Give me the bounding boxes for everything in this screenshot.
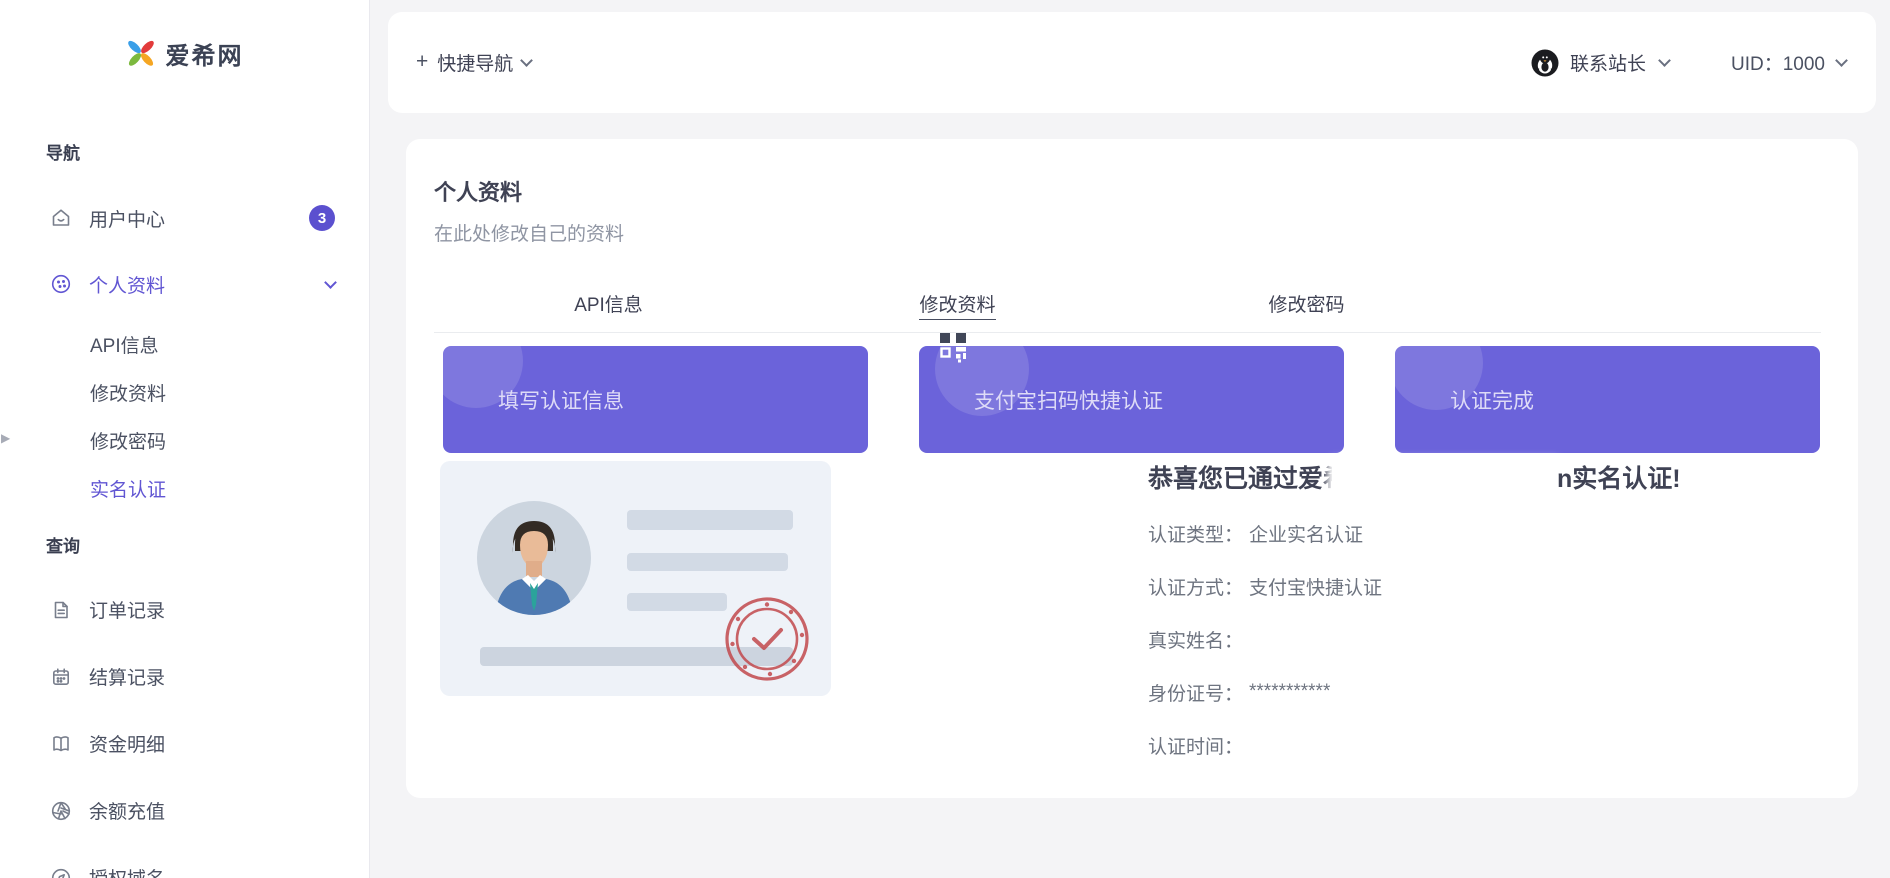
profile-card: 个人资料 在此处修改自己的资料 API信息 修改资料 修改密码 填写认证信息 支… [406, 139, 1858, 798]
headline-suffix: n实名认证! [1557, 465, 1681, 493]
brand-logo[interactable]: 爱希网 [0, 0, 369, 106]
tab-edit-password[interactable]: 修改密码 [1132, 290, 1481, 317]
sidebar-subitem-api-info[interactable]: API信息 [0, 320, 369, 368]
chevron-down-icon [324, 275, 337, 289]
step-label: 认证完成 [1450, 389, 1534, 413]
sidebar-item-funds[interactable]: 资金明细 [0, 710, 369, 777]
sidebar-item-label: 用户中心 [89, 209, 166, 231]
detail-value: 支付宝快捷认证 [1249, 577, 1383, 599]
tab-divider [434, 332, 1821, 333]
topbar: + 快捷导航 联系站长 UID：1000 [388, 12, 1876, 113]
step-complete: 认证完成 [1395, 346, 1820, 453]
sidebar-item-label: 结算记录 [89, 668, 166, 689]
compass-icon [49, 866, 73, 878]
placeholder-line [627, 553, 788, 571]
detail-row-cert-method: 认证方式： 支付宝快捷认证 [1148, 574, 1828, 599]
detail-label: 认证类型： [1148, 524, 1244, 546]
detail-label: 身份证号： [1148, 683, 1244, 705]
plus-icon: + [416, 50, 429, 73]
qq-penguin-icon [1530, 48, 1560, 78]
placeholder-line [627, 593, 727, 611]
sidebar-item-domains[interactable]: 授权域名 [0, 844, 369, 878]
certification-result: 恭喜您已通过爱希 n实名认证! 认证类型： 企业实名认证 认证方式： 支付宝快捷… [1148, 459, 1828, 758]
page-subtitle: 在此处修改自己的资料 [434, 224, 625, 245]
sidebar-subitem-realname[interactable]: 实名认证 [0, 464, 369, 512]
sidebar-item-settlements[interactable]: 结算记录 [0, 643, 369, 710]
sidebar-item-orders[interactable]: 订单记录 [0, 576, 369, 643]
detail-value: 企业实名认证 [1249, 524, 1364, 546]
detail-row-cert-type: 认证类型： 企业实名认证 [1148, 521, 1828, 546]
pinwheel-logo-icon [126, 38, 156, 68]
contact-admin-button[interactable]: 联系站长 [1530, 48, 1671, 78]
file-text-icon [49, 598, 73, 622]
uid-menu[interactable]: UID：1000 [1731, 49, 1848, 76]
qr-code-icon [940, 333, 968, 373]
detail-value: *********** [1249, 681, 1331, 702]
sidebar-subitem-edit-profile[interactable]: 修改资料 [0, 368, 369, 416]
book-open-icon [49, 732, 73, 756]
chevron-down-icon [1658, 54, 1671, 67]
sidebar-item-recharge[interactable]: 余额充值 [0, 777, 369, 844]
id-card-illustration [440, 461, 831, 696]
calendar-icon [49, 665, 73, 689]
sidebar-section-query: 查询 [46, 537, 80, 556]
topbar-right: 联系站长 UID：1000 [1530, 48, 1848, 78]
sidebar-section-nav: 导航 [46, 144, 80, 163]
brand-name: 爱希网 [165, 43, 244, 70]
congrats-headline: 恭喜您已通过爱希 n实名认证! [1148, 459, 1828, 503]
step-alipay-scan: 支付宝扫码快捷认证 [919, 333, 1344, 453]
redacted-site-name [1332, 463, 1558, 503]
headline-prefix: 恭喜您已通过爱希 [1148, 465, 1349, 493]
quick-nav-button[interactable]: + 快捷导航 [416, 49, 534, 76]
sidebar-collapse-handle[interactable]: ▶ [1, 428, 13, 448]
sidebar-item-label: 授权域名 [89, 864, 165, 878]
detail-row-id-number: 身份证号： *********** [1148, 680, 1828, 705]
step-label: 填写认证信息 [498, 389, 624, 413]
detail-row-cert-time: 认证时间： [1148, 733, 1828, 758]
sidebar-item-label: 余额充值 [89, 802, 166, 823]
detail-label: 认证方式： [1148, 577, 1244, 599]
contact-admin-label: 联系站长 [1569, 54, 1646, 75]
sidebar-item-profile[interactable]: 个人资料 [0, 251, 369, 317]
detail-label: 真实姓名： [1148, 630, 1244, 652]
tab-bar: API信息 修改资料 修改密码 [434, 290, 1481, 320]
placeholder-line [627, 510, 793, 530]
step-label: 支付宝扫码快捷认证 [974, 389, 1163, 413]
home-icon [49, 206, 73, 230]
page-title: 个人资料 [434, 180, 523, 205]
tab-edit-profile[interactable]: 修改资料 [783, 290, 1132, 320]
step-fill-info: 填写认证信息 [443, 346, 868, 453]
sidebar-item-label: 订单记录 [89, 601, 166, 622]
sidebar-subitem-edit-password[interactable]: 修改密码 [0, 416, 369, 464]
detail-label: 认证时间： [1148, 736, 1244, 758]
certification-steps: 填写认证信息 支付宝扫码快捷认证 认证完成 [434, 333, 1821, 453]
quick-nav-label: 快捷导航 [437, 54, 514, 75]
aperture-icon [49, 799, 73, 823]
verified-stamp-icon [723, 595, 811, 683]
sidebar-item-label: 资金明细 [89, 735, 166, 756]
uid-label: UID：1000 [1731, 54, 1825, 75]
chevron-down-icon [1835, 54, 1848, 67]
cookie-icon [49, 272, 73, 296]
sidebar-item-user-center[interactable]: 用户中心 3 [0, 185, 369, 251]
detail-row-real-name: 真实姓名： [1148, 627, 1828, 652]
sidebar: 爱希网 导航 用户中心 3 个人资料 API信息 修改资料 修改密码 实名认证 [0, 0, 370, 878]
notification-badge: 3 [309, 205, 335, 231]
certification-details: 认证类型： 企业实名认证 认证方式： 支付宝快捷认证 真实姓名： 身份证号： *… [1148, 521, 1828, 758]
chevron-down-icon [520, 54, 534, 67]
tab-api-info[interactable]: API信息 [434, 290, 783, 317]
avatar [477, 501, 591, 615]
sidebar-item-label: 个人资料 [89, 275, 166, 297]
